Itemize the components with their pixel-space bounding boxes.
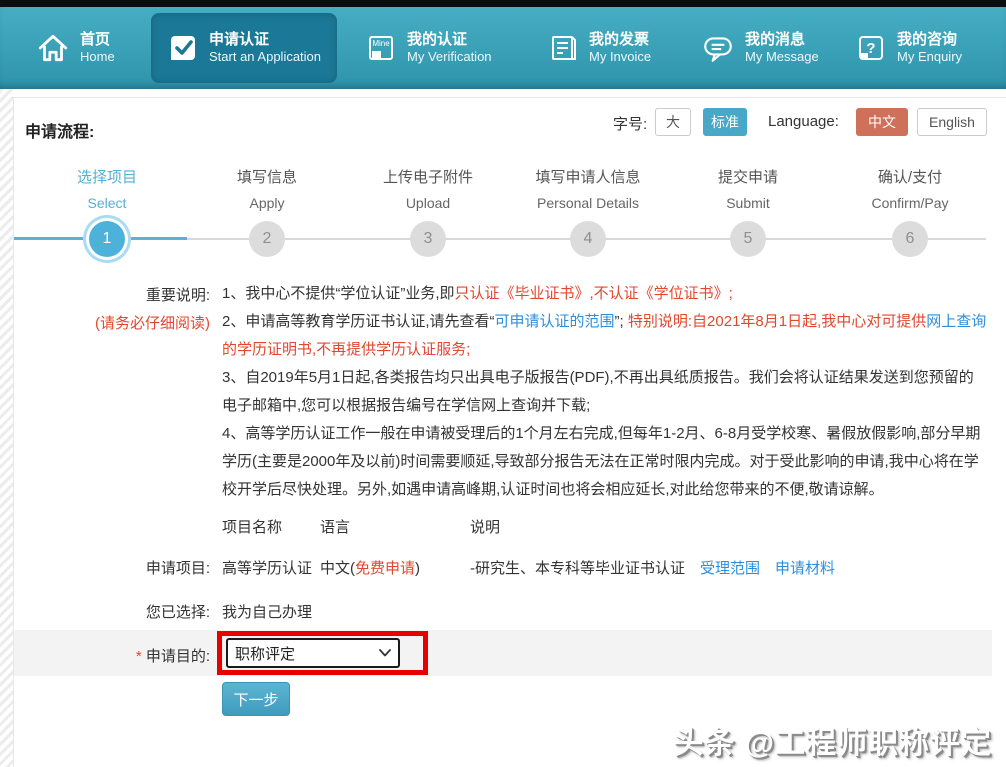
- selected-label: 您已选择:: [98, 601, 210, 622]
- nav-label-en: My Enquiry: [897, 49, 962, 65]
- online-query-link[interactable]: 网上查询: [926, 313, 986, 330]
- step-label-zh: 上传电子附件: [348, 166, 508, 187]
- check-square-icon: [167, 32, 199, 64]
- nav-label-zh: 我的发票: [589, 31, 651, 50]
- step-label-zh: 选择项目: [27, 166, 187, 187]
- nav-label-en: My Invoice: [589, 49, 651, 65]
- purpose-select-value: 职称评定: [235, 643, 295, 664]
- nav-item-home[interactable]: 首页 Home: [36, 7, 115, 89]
- col-header-language: 语言: [320, 516, 350, 537]
- nav-label-zh: 申请认证: [209, 31, 321, 50]
- acceptance-scope-link[interactable]: 受理范围: [700, 557, 760, 578]
- content-top-border: [13, 97, 1006, 98]
- nav-label-en: Start an Application: [209, 49, 321, 65]
- step-label-zh: 确认/支付: [830, 166, 990, 187]
- selected-value: 我为自己办理: [222, 601, 312, 622]
- step-upload: 上传电子附件 Upload: [348, 166, 508, 211]
- nav-item-my-message[interactable]: 我的消息 My Message: [701, 7, 819, 89]
- project-language: 中文(免费申请): [320, 557, 420, 578]
- note-item-4: 4、高等学历认证工作一般在申请被受理后的1个月左右完成,但每年1-2月、6-8月…: [222, 420, 988, 504]
- project-row-label: 申请项目:: [98, 557, 210, 578]
- nav-label-en: My Verification: [407, 49, 492, 65]
- nav-item-my-enquiry[interactable]: ? 我的咨询 My Enquiry: [855, 7, 962, 89]
- step-circle-4: 4: [570, 221, 606, 257]
- step-label-zh: 填写信息: [187, 166, 347, 187]
- step-label-zh: 填写申请人信息: [508, 166, 668, 187]
- notes-label: 重要说明:: [98, 284, 210, 305]
- note-text: 1、我中心不提供“学位认证”业务,即: [222, 285, 455, 302]
- chevron-down-icon: [379, 649, 391, 657]
- font-large-button[interactable]: 大: [655, 108, 691, 136]
- important-notes: 1、我中心不提供“学位认证”业务,即只认证《毕业证书》,不认证《学位证书》; 2…: [222, 280, 988, 504]
- font-standard-button[interactable]: 标准: [703, 108, 747, 136]
- font-size-label: 字号:: [613, 113, 647, 134]
- notes-sublabel: (请务必仔细阅读): [80, 312, 210, 333]
- note-text: ”;: [615, 313, 628, 330]
- note-text: 4、高等学历认证工作一般在申请被受理后的1个月左右完成,但每年1-2月、6-8月…: [222, 425, 980, 498]
- step-personal-details: 填写申请人信息 Personal Details: [508, 166, 668, 211]
- nav-label-zh: 我的消息: [745, 31, 819, 50]
- step-submit: 提交申请 Submit: [668, 166, 828, 211]
- step-circle-6: 6: [892, 221, 928, 257]
- language-zh-button[interactable]: 中文: [856, 108, 908, 136]
- mine-document-icon: Mine: [365, 32, 397, 64]
- step-label-en: Confirm/Pay: [830, 195, 990, 211]
- step-circle-2: 2: [249, 221, 285, 257]
- project-name: 高等学历认证: [222, 557, 312, 578]
- purpose-label-text: 申请目的:: [146, 648, 210, 665]
- scope-link[interactable]: 可申请认证的范围: [495, 313, 615, 330]
- language-label: Language:: [768, 113, 839, 130]
- note-text-red: 特别说明:自2021年8月1日起,我中心对可提供: [628, 313, 926, 330]
- page-title: 申请流程:: [25, 118, 94, 142]
- note-text-red: 的学历证明书,不再提供学历认证服务;: [222, 341, 470, 358]
- step-circle-5: 5: [730, 221, 766, 257]
- purpose-select[interactable]: 职称评定: [226, 638, 400, 668]
- project-description: -研究生、本专科等毕业证书认证: [470, 557, 685, 578]
- language-prefix: 中文(: [320, 560, 355, 577]
- step-label-en: Upload: [348, 195, 508, 211]
- home-icon: [36, 31, 70, 65]
- watermark-text: 头条 @工程师职称评定: [560, 718, 992, 762]
- nav-item-my-verification[interactable]: Mine 我的认证 My Verification: [365, 7, 492, 89]
- step-confirm-pay: 确认/支付 Confirm/Pay: [830, 166, 990, 211]
- step-label-en: Personal Details: [508, 195, 668, 211]
- step-circle-3: 3: [410, 221, 446, 257]
- step-circle-1: 1: [89, 221, 125, 257]
- language-suffix: ): [415, 560, 420, 577]
- message-bubble-icon: [701, 31, 735, 65]
- required-asterisk: *: [136, 648, 142, 665]
- note-text: 2、申请高等教育学历证书认证,请先查看“: [222, 313, 495, 330]
- step-label-en: Select: [27, 195, 187, 211]
- note-item-3: 3、自2019年5月1日起,各类报告均只出具电子版报告(PDF),不再出具纸质报…: [222, 364, 988, 420]
- step-apply: 填写信息 Apply: [187, 166, 347, 211]
- nav-item-start-application[interactable]: 申请认证 Start an Application: [151, 13, 337, 83]
- nav-label-en: Home: [80, 49, 115, 65]
- col-header-description: 说明: [470, 516, 500, 537]
- note-item-2: 2、申请高等教育学历证书认证,请先查看“可申请认证的范围”; 特别说明:自202…: [222, 308, 988, 364]
- purpose-label: * 申请目的:: [90, 645, 210, 666]
- step-label-en: Submit: [668, 195, 828, 211]
- note-text: 3、自2019年5月1日起,各类报告均只出具电子版报告(PDF),不再出具纸质报…: [222, 369, 974, 414]
- top-black-strip: [0, 0, 1006, 7]
- page-edge-stripes: [0, 89, 13, 767]
- step-select: 选择项目 Select: [27, 166, 187, 211]
- note-item-1: 1、我中心不提供“学位认证”业务,即只认证《毕业证书》,不认证《学位证书》;: [222, 280, 988, 308]
- nav-item-my-invoice[interactable]: 我的发票 My Invoice: [547, 7, 651, 89]
- nav-label-zh: 首页: [80, 31, 115, 50]
- col-header-project-name: 项目名称: [222, 516, 282, 537]
- note-text-red: 只认证《毕业证书》,不认证《学位证书》;: [455, 285, 733, 302]
- application-materials-link[interactable]: 申请材料: [775, 557, 835, 578]
- free-apply-text: 免费申请: [355, 560, 415, 577]
- language-en-button[interactable]: English: [917, 108, 987, 136]
- nav-label-zh: 我的认证: [407, 31, 492, 50]
- main-nav: 首页 Home 申请认证 Start an Application Mine 我…: [0, 7, 1006, 89]
- step-label-en: Apply: [187, 195, 347, 211]
- step-label-zh: 提交申请: [668, 166, 828, 187]
- nav-label-zh: 我的咨询: [897, 31, 962, 50]
- nav-label-en: My Message: [745, 49, 819, 65]
- question-box-icon: ?: [855, 32, 887, 64]
- next-step-button[interactable]: 下一步: [222, 682, 290, 716]
- invoice-icon: [547, 32, 579, 64]
- svg-text:Mine: Mine: [372, 39, 390, 48]
